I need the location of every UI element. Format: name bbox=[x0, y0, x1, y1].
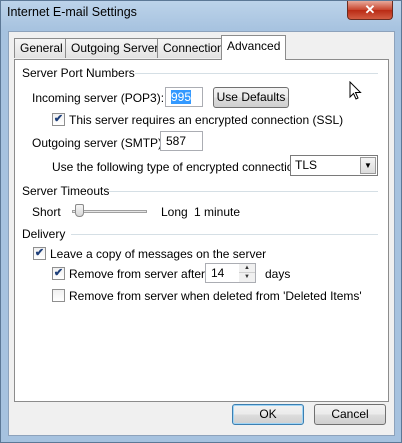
incoming-server-label: Incoming server (POP3): bbox=[32, 91, 165, 105]
encryption-type-select[interactable]: TLS ▼ bbox=[290, 155, 378, 176]
remove-after-label: Remove from server after bbox=[69, 267, 206, 281]
cancel-button[interactable]: Cancel bbox=[314, 404, 386, 425]
encryption-type-value: TLS bbox=[295, 158, 318, 172]
spin-up-icon[interactable]: ▲ bbox=[239, 264, 255, 273]
server-port-numbers-heading: Server Port Numbers bbox=[22, 66, 135, 80]
section-divider bbox=[108, 191, 378, 192]
remove-deleted-label: Remove from server when deleted from 'De… bbox=[69, 289, 362, 303]
timeout-short-label: Short bbox=[32, 205, 61, 219]
close-button[interactable]: ✕ bbox=[347, 1, 393, 20]
remove-after-checkbox[interactable]: ✔ bbox=[52, 267, 65, 280]
dialog-window: Internet E-mail Settings ✕ General Outgo… bbox=[0, 0, 402, 443]
server-timeouts-heading: Server Timeouts bbox=[22, 184, 110, 198]
tab-outgoing-server[interactable]: Outgoing Server bbox=[65, 38, 165, 58]
section-divider bbox=[71, 234, 378, 235]
delivery-heading: Delivery bbox=[22, 227, 66, 241]
encryption-type-label: Use the following type of encrypted conn… bbox=[52, 160, 304, 174]
tab-connection[interactable]: Connection bbox=[157, 38, 230, 58]
use-defaults-button[interactable]: Use Defaults bbox=[213, 87, 289, 108]
tab-general[interactable]: General bbox=[14, 38, 69, 58]
outgoing-server-label: Outgoing server (SMTP): bbox=[32, 136, 166, 150]
timeout-long-label: Long bbox=[161, 205, 188, 219]
leave-copy-checkbox[interactable]: ✔ bbox=[33, 247, 46, 260]
remove-deleted-checkbox[interactable] bbox=[52, 289, 65, 302]
incoming-port-value: 995 bbox=[171, 90, 192, 104]
ssl-checkbox[interactable]: ✔ bbox=[52, 113, 65, 126]
days-label: days bbox=[265, 267, 291, 281]
tab-advanced[interactable]: Advanced bbox=[221, 35, 287, 60]
dropdown-arrow-icon[interactable]: ▼ bbox=[360, 157, 376, 174]
timeout-value-label: 1 minute bbox=[194, 205, 241, 219]
section-divider bbox=[135, 73, 378, 74]
remove-after-days-input[interactable]: 14 bbox=[205, 263, 240, 283]
days-spinner[interactable]: ▲ ▼ bbox=[239, 263, 256, 283]
spin-down-icon[interactable]: ▼ bbox=[239, 273, 255, 282]
leave-copy-label: Leave a copy of messages on the server bbox=[50, 247, 267, 261]
outgoing-port-input[interactable]: 587 bbox=[160, 131, 203, 151]
timeout-slider-thumb[interactable] bbox=[75, 204, 85, 217]
mouse-pointer-icon bbox=[349, 81, 362, 100]
title-bar[interactable]: Internet E-mail Settings ✕ bbox=[1, 1, 401, 27]
incoming-port-input[interactable]: 995 bbox=[165, 87, 203, 107]
window-title: Internet E-mail Settings bbox=[7, 5, 137, 19]
dialog-client-area: General Outgoing Server Connection Advan… bbox=[8, 31, 395, 436]
advanced-tab-panel: Server Port Numbers Incoming server (POP… bbox=[14, 59, 389, 402]
ok-button[interactable]: OK bbox=[232, 404, 304, 425]
ssl-label: This server requires an encrypted connec… bbox=[69, 113, 344, 127]
